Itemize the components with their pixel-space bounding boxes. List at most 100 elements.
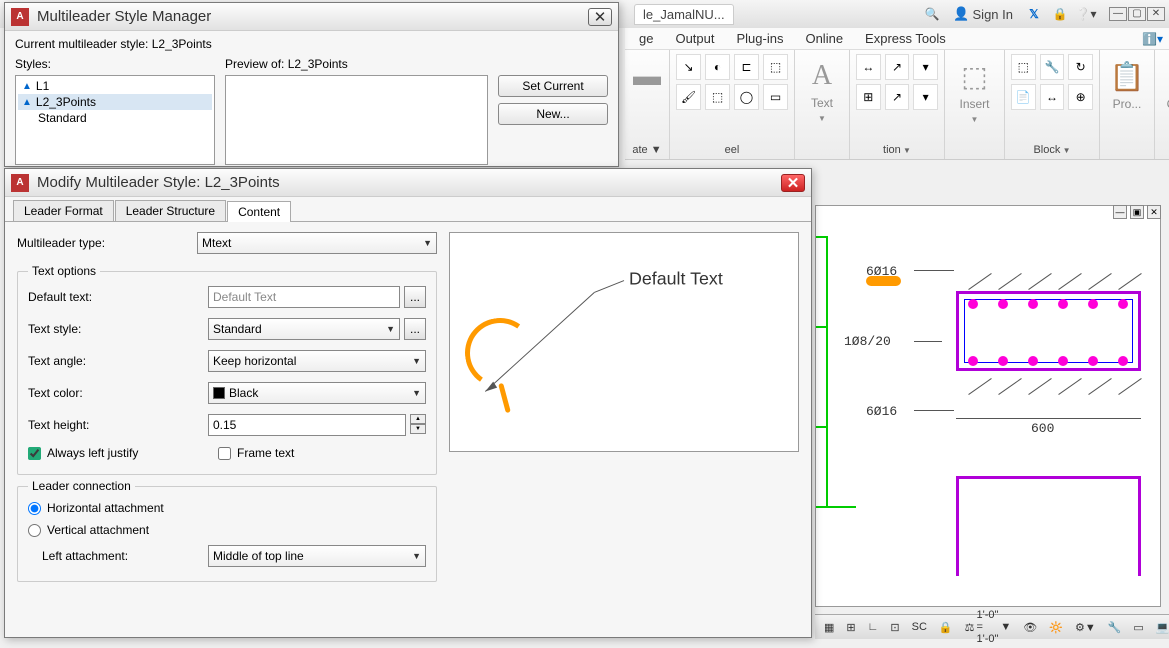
style-preview: Default Text — [449, 232, 799, 452]
tool-icon[interactable]: ⊕ — [1068, 84, 1093, 110]
text-color-combo[interactable]: Black▼ — [208, 382, 426, 404]
quickprops-button[interactable]: ⊡ — [885, 618, 904, 637]
default-text-input[interactable]: Default Text — [208, 286, 400, 308]
preview-label: Preview of: L2_3Points — [225, 57, 488, 71]
annoscale-value[interactable]: ⚖ 1'-0" = 1'-0" ▼ — [960, 606, 1017, 648]
tool-icon[interactable]: ⬚ — [705, 84, 730, 110]
tool-icon[interactable]: ◐ — [705, 54, 730, 80]
spin-up[interactable]: ▲ — [410, 414, 426, 424]
tab-leader-format[interactable]: Leader Format — [13, 200, 114, 221]
style-item[interactable]: Standard — [18, 110, 212, 126]
close-button[interactable]: ✕ — [781, 174, 805, 192]
panel-label[interactable]: ate ▼ — [625, 143, 669, 157]
tool-icon[interactable]: ↔ — [1040, 84, 1065, 110]
minimize-viewport-icon[interactable]: — — [1113, 205, 1127, 219]
document-tab[interactable]: le_JamalNU... — [634, 4, 734, 25]
exchange-icon[interactable]: 𝕏 — [1023, 5, 1045, 23]
tool-icon[interactable]: ↻ — [1068, 54, 1093, 80]
tool-icon[interactable]: 🖌 — [676, 84, 701, 110]
annoscale-icon[interactable]: 🔒 — [934, 618, 958, 637]
frame-text-checkbox[interactable] — [218, 447, 231, 460]
help-icon[interactable]: ❔▾ — [1075, 5, 1097, 23]
tool-icon[interactable]: ↗ — [885, 84, 910, 110]
tool-icon[interactable]: ⊞ — [856, 84, 881, 110]
modify-multileader-style-dialog: A Modify Multileader Style: L2_3Points ✕… — [4, 168, 812, 638]
block-panel[interactable]: Block — [1005, 143, 1099, 157]
share-icon[interactable]: 🔒 — [1049, 5, 1071, 23]
style-item-selected[interactable]: ▲L2_3Points — [18, 94, 212, 110]
section-rect-2 — [956, 476, 1141, 576]
ribbon-tab[interactable]: Online — [795, 29, 853, 48]
frame-text-label: Frame text — [237, 446, 294, 460]
text-height-input[interactable]: 0.15 — [208, 414, 406, 436]
restore-viewport-icon[interactable]: ▣ — [1130, 205, 1144, 219]
drawing-area[interactable]: 6Ø16 1Ø8/20 6Ø16 600 — [815, 205, 1161, 607]
autoadd-button[interactable]: 🔆 — [1044, 618, 1068, 637]
dimension-text: 6Ø16 — [866, 264, 897, 279]
tool-icon[interactable]: ⊏ — [734, 54, 759, 80]
sc-button[interactable]: SC — [907, 618, 932, 636]
current-style-label: Current multileader style: L2_3Points — [15, 37, 608, 51]
properties-tool[interactable]: 📋Pro... — [1106, 54, 1148, 117]
browse-button[interactable]: ... — [404, 286, 426, 308]
ws-button[interactable]: ⚙▼ — [1070, 618, 1101, 637]
tool-icon[interactable]: ▾ — [913, 84, 938, 110]
tool-icon[interactable]: 📄 — [1011, 84, 1036, 110]
new-button[interactable]: New... — [498, 103, 608, 125]
text-style-combo[interactable]: Standard▼ — [208, 318, 400, 340]
annotation-panel[interactable]: tion — [850, 143, 944, 157]
tool-icon[interactable]: ▭ — [763, 84, 788, 110]
pro-label: Pro... — [1113, 97, 1142, 111]
close-viewport-icon[interactable]: ✕ — [1147, 205, 1161, 219]
browse-button[interactable]: ... — [404, 318, 426, 340]
search-icon[interactable]: 🔍 — [921, 5, 943, 23]
vertical-attachment-radio[interactable] — [28, 524, 41, 537]
styles-label: Styles: — [15, 57, 215, 71]
app-icon: A — [11, 8, 29, 26]
tool-icon[interactable]: ↘ — [676, 54, 701, 80]
panel-label[interactable]: eel — [670, 143, 794, 157]
dim-icon[interactable]: ↔ — [856, 54, 881, 80]
insert-tool[interactable]: ⬚Insert▼ — [951, 54, 998, 130]
ribbon-tab[interactable]: Express Tools — [855, 29, 956, 48]
close-button[interactable]: ✕ — [588, 8, 612, 26]
grid-button[interactable]: ⊞ — [841, 618, 860, 637]
left-attachment-combo[interactable]: Middle of top line▼ — [208, 545, 426, 567]
ribbon-tab[interactable]: ge — [629, 29, 663, 48]
maximize-button[interactable]: ▢ — [1128, 7, 1146, 21]
styles-list[interactable]: ▲L1 ▲L2_3Points Standard — [15, 75, 215, 165]
set-current-button[interactable]: Set Current — [498, 75, 608, 97]
clean-button[interactable]: ▭ — [1128, 618, 1148, 637]
close-window-button[interactable]: ✕ — [1147, 7, 1165, 21]
toolbar-button[interactable]: 🔧 — [1103, 618, 1127, 637]
multileader-type-label: Multileader type: — [17, 236, 197, 250]
annovis-button[interactable]: 👁 — [1018, 618, 1042, 637]
tab-content[interactable]: Content — [227, 201, 291, 222]
multileader-style-manager-dialog: A Multileader Style Manager ✕ Current mu… — [4, 2, 619, 167]
leader-icon[interactable]: ↗ — [885, 54, 910, 80]
tab-leader-structure[interactable]: Leader Structure — [115, 200, 226, 221]
left-justify-checkbox[interactable] — [28, 447, 41, 460]
signin-button[interactable]: 👤 Sign In — [947, 6, 1019, 22]
text-label: Text — [811, 96, 833, 110]
text-angle-combo[interactable]: Keep horizontal▼ — [208, 350, 426, 372]
tool-icon[interactable]: ⬚ — [1011, 54, 1036, 80]
tool-icon[interactable]: 🔧 — [1040, 54, 1065, 80]
tool-icon[interactable]: ◯ — [734, 84, 759, 110]
snap-button[interactable]: ∟ — [863, 618, 884, 636]
ribbon-tabs: ge Output Plug-ins Online Express Tools … — [625, 28, 1169, 50]
text-tool[interactable]: AText▼ — [801, 54, 843, 129]
ribbon-info-icon[interactable]: ℹ️▾ — [1136, 32, 1169, 46]
spin-down[interactable]: ▼ — [410, 424, 426, 434]
horizontal-attachment-radio[interactable] — [28, 502, 41, 515]
style-item[interactable]: ▲L1 — [18, 78, 212, 94]
minimize-button[interactable]: — — [1109, 7, 1127, 21]
hardware-button[interactable]: 💻 — [1151, 618, 1169, 637]
ribbon-tab[interactable]: Output — [665, 29, 724, 48]
model-space-button[interactable]: ▦ — [819, 618, 839, 637]
clipboard-tool[interactable]: 📄Clip... — [1161, 54, 1169, 117]
ribbon-tab[interactable]: Plug-ins — [727, 29, 794, 48]
tool-icon[interactable]: ⬚ — [763, 54, 788, 80]
multileader-type-combo[interactable]: Mtext▼ — [197, 232, 437, 254]
tool-icon[interactable]: ▾ — [913, 54, 938, 80]
